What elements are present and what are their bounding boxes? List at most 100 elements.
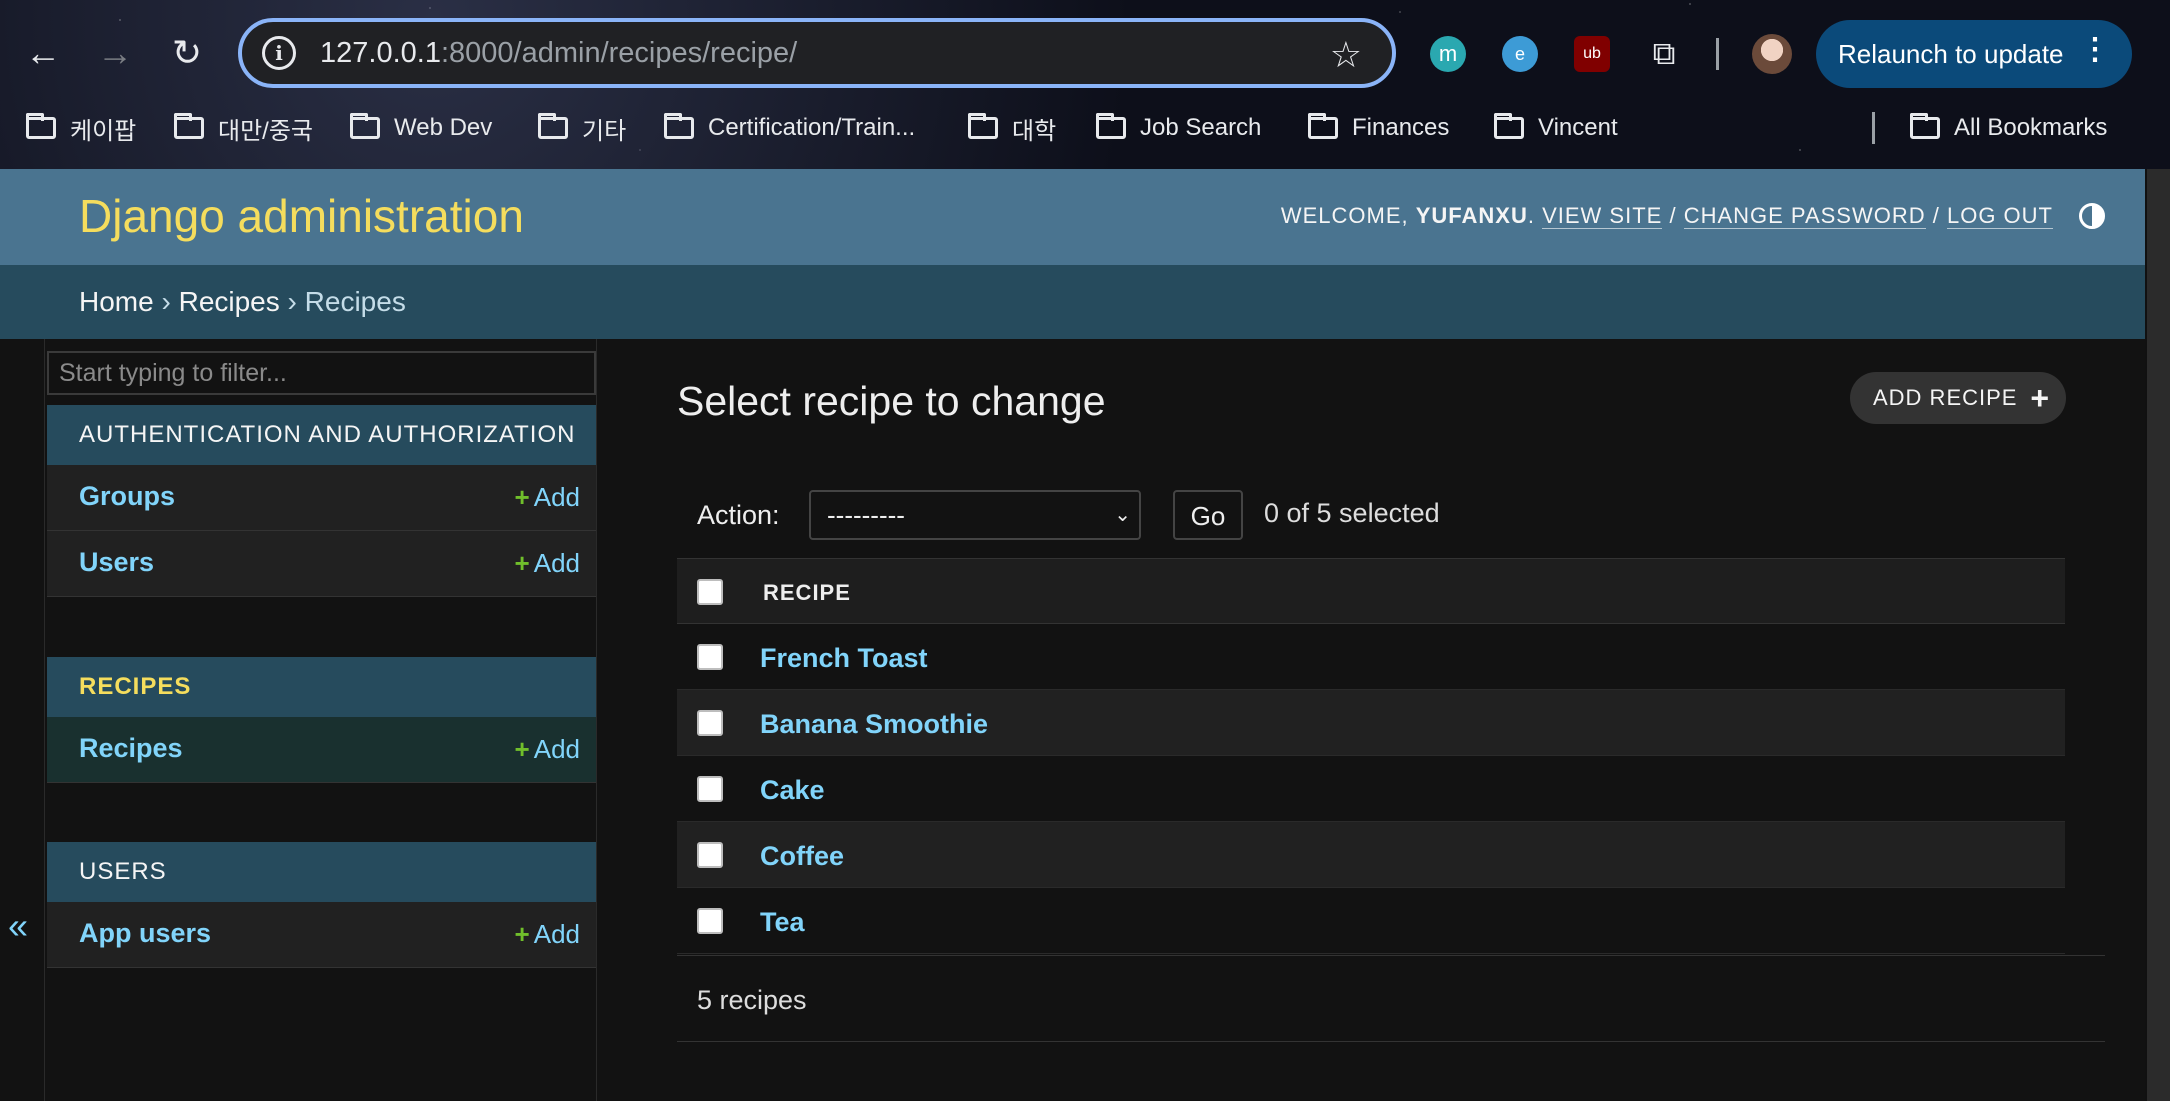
selection-counter: 0 of 5 selected <box>1264 498 1440 528</box>
extension-m-icon[interactable]: m <box>1430 36 1466 72</box>
toolbar-divider <box>1716 38 1719 70</box>
add-icon: + <box>514 482 530 512</box>
folder-icon <box>26 113 56 139</box>
folder-icon <box>538 113 568 139</box>
folder-icon <box>1494 113 1524 139</box>
row-checkbox[interactable] <box>697 710 723 736</box>
breadcrumb-home[interactable]: Home <box>79 286 154 317</box>
add-groups-link[interactable]: + Add <box>515 482 580 513</box>
breadcrumb-app[interactable]: Recipes <box>179 286 280 317</box>
chevron-down-icon: ⌄ <box>1114 504 1131 526</box>
recipe-link[interactable]: Tea <box>760 907 805 938</box>
add-recipe-button[interactable]: ADD RECIPE + <box>1850 372 2066 424</box>
action-select[interactable]: --------- ⌄ <box>809 490 1141 540</box>
add-recipe-label: ADD RECIPE <box>1873 385 2018 410</box>
sidebar-toggle-icon[interactable]: « <box>8 905 28 947</box>
action-select-value: --------- <box>827 500 905 530</box>
bookmark-folder[interactable]: 기타 <box>538 108 626 148</box>
folder-icon <box>1910 113 1940 139</box>
sidebar-item-users: Users + Add <box>47 531 596 597</box>
table-row: Cake <box>677 756 2065 822</box>
sidebar-item-label[interactable]: Groups <box>79 481 175 512</box>
folder-icon <box>350 113 380 139</box>
recipe-link[interactable]: Banana Smoothie <box>760 709 988 740</box>
bookmark-folder[interactable]: Web Dev <box>350 108 492 148</box>
table-header: RECIPE <box>677 558 2065 624</box>
username: YUFANXU <box>1415 203 1528 228</box>
sidebar-item-label[interactable]: Recipes <box>79 733 183 764</box>
bookmark-folder[interactable]: 대학 <box>968 108 1056 148</box>
log-out-link[interactable]: LOG OUT <box>1946 203 2053 229</box>
folder-icon <box>174 113 204 139</box>
back-icon[interactable]: ← <box>18 28 68 78</box>
add-app-users-link[interactable]: + Add <box>515 919 580 950</box>
sidebar-item-app-users: App users + Add <box>47 902 596 968</box>
column-header-recipe[interactable]: RECIPE <box>763 580 851 606</box>
theme-toggle-icon[interactable] <box>2079 203 2105 229</box>
add-icon: + <box>514 548 530 578</box>
bookmark-folder[interactable]: Vincent <box>1494 108 1618 148</box>
recipe-link[interactable]: Cake <box>760 775 825 806</box>
recipe-link[interactable]: French Toast <box>760 643 928 674</box>
change-password-link[interactable]: CHANGE PASSWORD <box>1683 203 1926 229</box>
row-checkbox[interactable] <box>697 842 723 868</box>
results-table: RECIPE French Toast Banana Smoothie Cake… <box>677 558 2065 954</box>
table-row: Banana Smoothie <box>677 690 2065 756</box>
extensions-puzzle-icon[interactable]: ⧉ <box>1646 35 1682 72</box>
row-checkbox[interactable] <box>697 908 723 934</box>
url-text[interactable]: 127.0.0.1:8000/admin/recipes/recipe/ <box>320 37 797 70</box>
module-caption-auth[interactable]: AUTHENTICATION AND AUTHORIZATION <box>47 405 596 465</box>
add-recipes-link[interactable]: + Add <box>515 734 580 765</box>
actions-bar: Action: --------- ⌄ Go 0 of 5 selected <box>677 472 2065 558</box>
add-users-link[interactable]: + Add <box>515 548 580 579</box>
site-title[interactable]: Django administration <box>79 189 524 243</box>
folder-icon <box>1308 113 1338 139</box>
table-row: Tea <box>677 888 2065 954</box>
table-row: Coffee <box>677 822 2065 888</box>
profile-avatar[interactable] <box>1752 34 1792 74</box>
sidebar-item-label[interactable]: App users <box>79 918 211 949</box>
sidebar-item-label[interactable]: Users <box>79 547 154 578</box>
recipe-link[interactable]: Coffee <box>760 841 844 872</box>
relaunch-label: Relaunch to update <box>1838 38 2064 69</box>
site-header: Django administration WELCOME, YUFANXU. … <box>0 169 2145 265</box>
forward-icon[interactable]: → <box>90 28 140 78</box>
extension-e-icon[interactable]: e <box>1502 36 1538 72</box>
all-bookmarks[interactable]: All Bookmarks <box>1910 108 2107 148</box>
bookmark-folder[interactable]: Job Search <box>1096 108 1261 148</box>
user-tools: WELCOME, YUFANXU. VIEW SITE / CHANGE PAS… <box>1280 203 2053 229</box>
bookmark-folder[interactable]: 케이팝 <box>26 108 136 148</box>
bookmark-star-icon[interactable]: ☆ <box>1330 34 1362 76</box>
breadcrumb-current: Recipes <box>304 286 406 317</box>
site-info-icon[interactable]: i <box>262 36 296 70</box>
table-row: French Toast <box>677 624 2065 690</box>
more-menu-icon[interactable]: ⋮ <box>2080 32 2110 67</box>
sidebar-filter-input[interactable]: Start typing to filter... <box>47 351 596 395</box>
add-icon: + <box>514 734 530 764</box>
bookmarks-divider <box>1872 112 1875 144</box>
breadcrumb: Home › Recipes › Recipes <box>0 265 2145 339</box>
module-caption-recipes[interactable]: RECIPES <box>47 657 596 717</box>
address-bar[interactable]: i 127.0.0.1:8000/admin/recipes/recipe/ ☆ <box>238 18 1396 88</box>
go-button[interactable]: Go <box>1173 490 1243 540</box>
relaunch-button[interactable]: Relaunch to update ⋮ <box>1816 20 2132 88</box>
bookmark-folder[interactable]: 대만/중국 <box>174 108 313 148</box>
result-count: 5 recipes <box>697 985 807 1015</box>
view-site-link[interactable]: VIEW SITE <box>1542 203 1663 229</box>
action-label: Action: <box>697 500 780 530</box>
row-checkbox[interactable] <box>697 776 723 802</box>
folder-icon <box>968 113 998 139</box>
ublock-icon[interactable]: ub <box>1574 36 1610 72</box>
bookmark-folder[interactable]: Certification/Train... <box>664 108 915 148</box>
module-caption-users[interactable]: USERS <box>47 842 596 902</box>
reload-icon[interactable]: ↻ <box>162 28 212 78</box>
sidebar-item-recipes: Recipes + Add <box>47 717 596 783</box>
bookmarks-bar: 케이팝 대만/중국 Web Dev 기타 Certification/Train… <box>0 108 2170 148</box>
paginator: 5 recipes <box>677 955 2105 1042</box>
bookmark-folder[interactable]: Finances <box>1308 108 1449 148</box>
window-edge <box>2145 169 2170 1101</box>
welcome-text: WELCOME, <box>1280 203 1409 228</box>
row-checkbox[interactable] <box>697 644 723 670</box>
select-all-checkbox[interactable] <box>697 579 723 605</box>
folder-icon <box>1096 113 1126 139</box>
